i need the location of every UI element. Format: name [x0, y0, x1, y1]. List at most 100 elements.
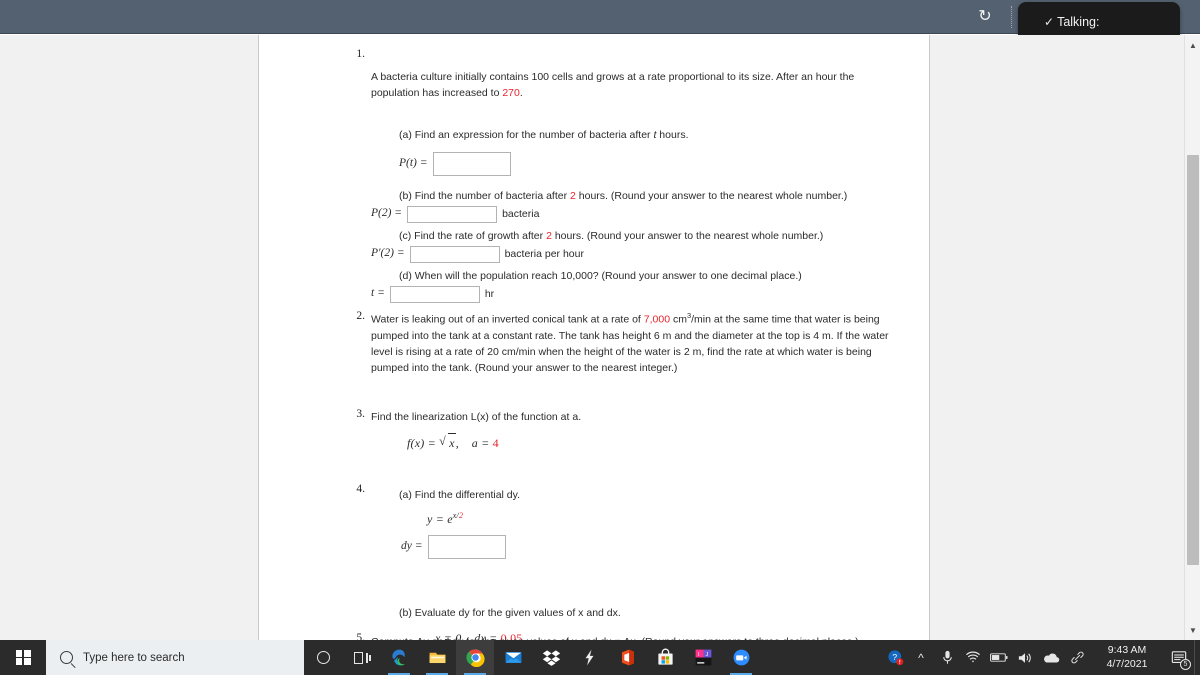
question-2-stem: Water is leaking out of an inverted coni…: [371, 310, 899, 377]
microphone-glyph: [942, 650, 952, 664]
prompt-tail: hours.: [656, 129, 689, 141]
link-icon[interactable]: [1064, 640, 1090, 675]
answer-input-1b[interactable]: [407, 205, 498, 223]
question-4a-prompt: (a) Find the differential dy.: [399, 489, 521, 501]
answer-label: P(t) =: [399, 157, 428, 170]
show-desktop-button[interactable]: [1194, 640, 1200, 675]
stem-text-a: A bacteria culture initially contains 10…: [371, 71, 855, 100]
vertical-scrollbar[interactable]: ▲ ▼: [1184, 35, 1200, 640]
function-notation: f(x) =: [407, 436, 440, 450]
stem-text-b: cm: [670, 313, 687, 326]
wifi-icon[interactable]: [960, 640, 986, 675]
notification-count-badge: 5: [1180, 659, 1191, 670]
task-view-icon[interactable]: [342, 640, 380, 675]
clock-date: 4/7/2021: [1106, 657, 1148, 670]
reload-icon[interactable]: ↻: [975, 7, 995, 27]
question-1b-answer-row: P(2) = bacteria: [371, 205, 899, 223]
scrollbar-thumb[interactable]: [1187, 155, 1199, 565]
taskbar-app-microsoft-edge[interactable]: [380, 640, 418, 675]
question-1a-prompt: (a) Find an expression for the number of…: [399, 127, 899, 143]
taskbar-search-box[interactable]: Type here to search: [46, 640, 304, 675]
question-number: 2.: [356, 310, 365, 322]
stem-text-a: Water is leaking out of an inverted coni…: [371, 313, 644, 326]
exponent-highlight: 2: [458, 511, 464, 520]
google-chrome-icon: [465, 649, 485, 667]
answer-unit: hr: [484, 288, 495, 301]
link-glyph: [1070, 651, 1084, 664]
taskbar-app-dropbox[interactable]: [532, 640, 570, 675]
taskbar-app-microsoft-office[interactable]: [608, 640, 646, 675]
onedrive-glyph: [1044, 653, 1060, 663]
function-notation: y = e: [427, 512, 453, 526]
question-number: 4.: [356, 483, 365, 495]
taskbar-clock[interactable]: 9:43 AM 4/7/2021: [1090, 640, 1164, 675]
question-4-formula: y = ex/2: [427, 510, 929, 529]
windows-taskbar: Type here to search I J ? ^ 9:43 AM 4/7/…: [0, 640, 1200, 675]
microsoft-edge-icon: [391, 649, 405, 666]
answer-label: P′(2) =: [371, 247, 405, 260]
taskbar-app-lightning-app[interactable]: [570, 640, 608, 675]
assignment-document: 1. A bacteria culture initially contains…: [258, 35, 930, 640]
question-1d-answer-row: t = hr: [371, 285, 899, 303]
microsoft-office-icon: [621, 649, 634, 666]
square-root-icon: x: [439, 432, 456, 453]
stem-highlight: 270: [502, 87, 520, 100]
answer-unit: bacteria per hour: [504, 248, 584, 261]
taskbar-app-mail[interactable]: [494, 640, 532, 675]
question-1c-answer-row: P′(2) = bacteria per hour: [371, 245, 899, 263]
answer-input-1c[interactable]: [409, 245, 500, 263]
mail-icon: [505, 651, 521, 664]
taskbar-app-intellij-idea[interactable]: I J: [684, 640, 722, 675]
exponent: x/2: [452, 511, 464, 520]
answer-label: P(2) =: [371, 207, 403, 220]
file-explorer-icon: [429, 652, 445, 664]
zoom-icon: [733, 649, 749, 666]
volume-glyph: [1018, 652, 1031, 663]
battery-icon[interactable]: [986, 640, 1012, 675]
chevron-down-icon[interactable]: ✓: [1044, 15, 1054, 29]
system-tray: ? ^ 9:43 AM 4/7/2021 5: [882, 640, 1200, 675]
taskbar-app-microsoft-store[interactable]: [646, 640, 684, 675]
question-number: 5.: [356, 632, 365, 640]
prompt-text: (a) Find an expression for the number of…: [399, 129, 654, 141]
scroll-up-arrow[interactable]: ▲: [1185, 37, 1200, 53]
answer-input-1d[interactable]: [389, 285, 480, 303]
cortana-icon[interactable]: [304, 640, 342, 675]
show-hidden-icons-chevron[interactable]: ^: [908, 640, 934, 675]
help-alert-icon[interactable]: ?: [882, 640, 908, 675]
question-1c: (c) Find the rate of growth after 2 hour…: [371, 228, 899, 263]
formula-comma: ,: [455, 436, 459, 450]
taskbar-app-google-chrome[interactable]: [456, 640, 494, 675]
browser-top-bar: ↻ ✓ Talking:: [0, 0, 1200, 42]
taskbar-app-zoom[interactable]: [722, 640, 760, 675]
dropbox-icon: [542, 650, 560, 666]
question-1b: (b) Find the number of bacteria after 2 …: [371, 188, 899, 223]
answer-label: dy =: [401, 540, 423, 553]
svg-text:J: J: [705, 652, 708, 658]
taskbar-app-file-explorer[interactable]: [418, 640, 456, 675]
question-1d-prompt: (d) When will the population reach 10,00…: [399, 270, 802, 282]
stem-highlight: 7,000: [643, 313, 671, 326]
question-3-stem: Find the linearization L(x) of the funct…: [371, 411, 582, 423]
windows-logo: [15, 650, 31, 665]
scroll-down-arrow[interactable]: ▼: [1185, 622, 1200, 638]
stem-text-b: .: [519, 87, 523, 100]
answer-label: t =: [371, 287, 385, 300]
volume-icon[interactable]: [1012, 640, 1038, 675]
action-center-icon[interactable]: 5: [1164, 640, 1194, 675]
question-1d: (d) When will the population reach 10,00…: [371, 268, 899, 303]
wifi-glyph: [966, 651, 980, 663]
question-1a-answer-row: P(t) =: [399, 152, 899, 177]
answer-input-4a[interactable]: [427, 535, 506, 559]
microsoft-store-icon: [657, 648, 673, 665]
microphone-icon[interactable]: [934, 640, 960, 675]
search-placeholder: Type here to search: [83, 651, 185, 664]
answer-input-1a[interactable]: [432, 152, 511, 177]
question-3-formula: f(x) = x, a = 4: [407, 432, 929, 453]
question-1-stem: A bacteria culture initially contains 10…: [371, 69, 899, 102]
windows-start-icon[interactable]: [0, 640, 46, 675]
search-icon: [60, 651, 73, 664]
intellij-idea-icon: I J: [695, 649, 711, 666]
onedrive-icon[interactable]: [1038, 640, 1064, 675]
clock-time: 9:43 AM: [1107, 644, 1147, 657]
